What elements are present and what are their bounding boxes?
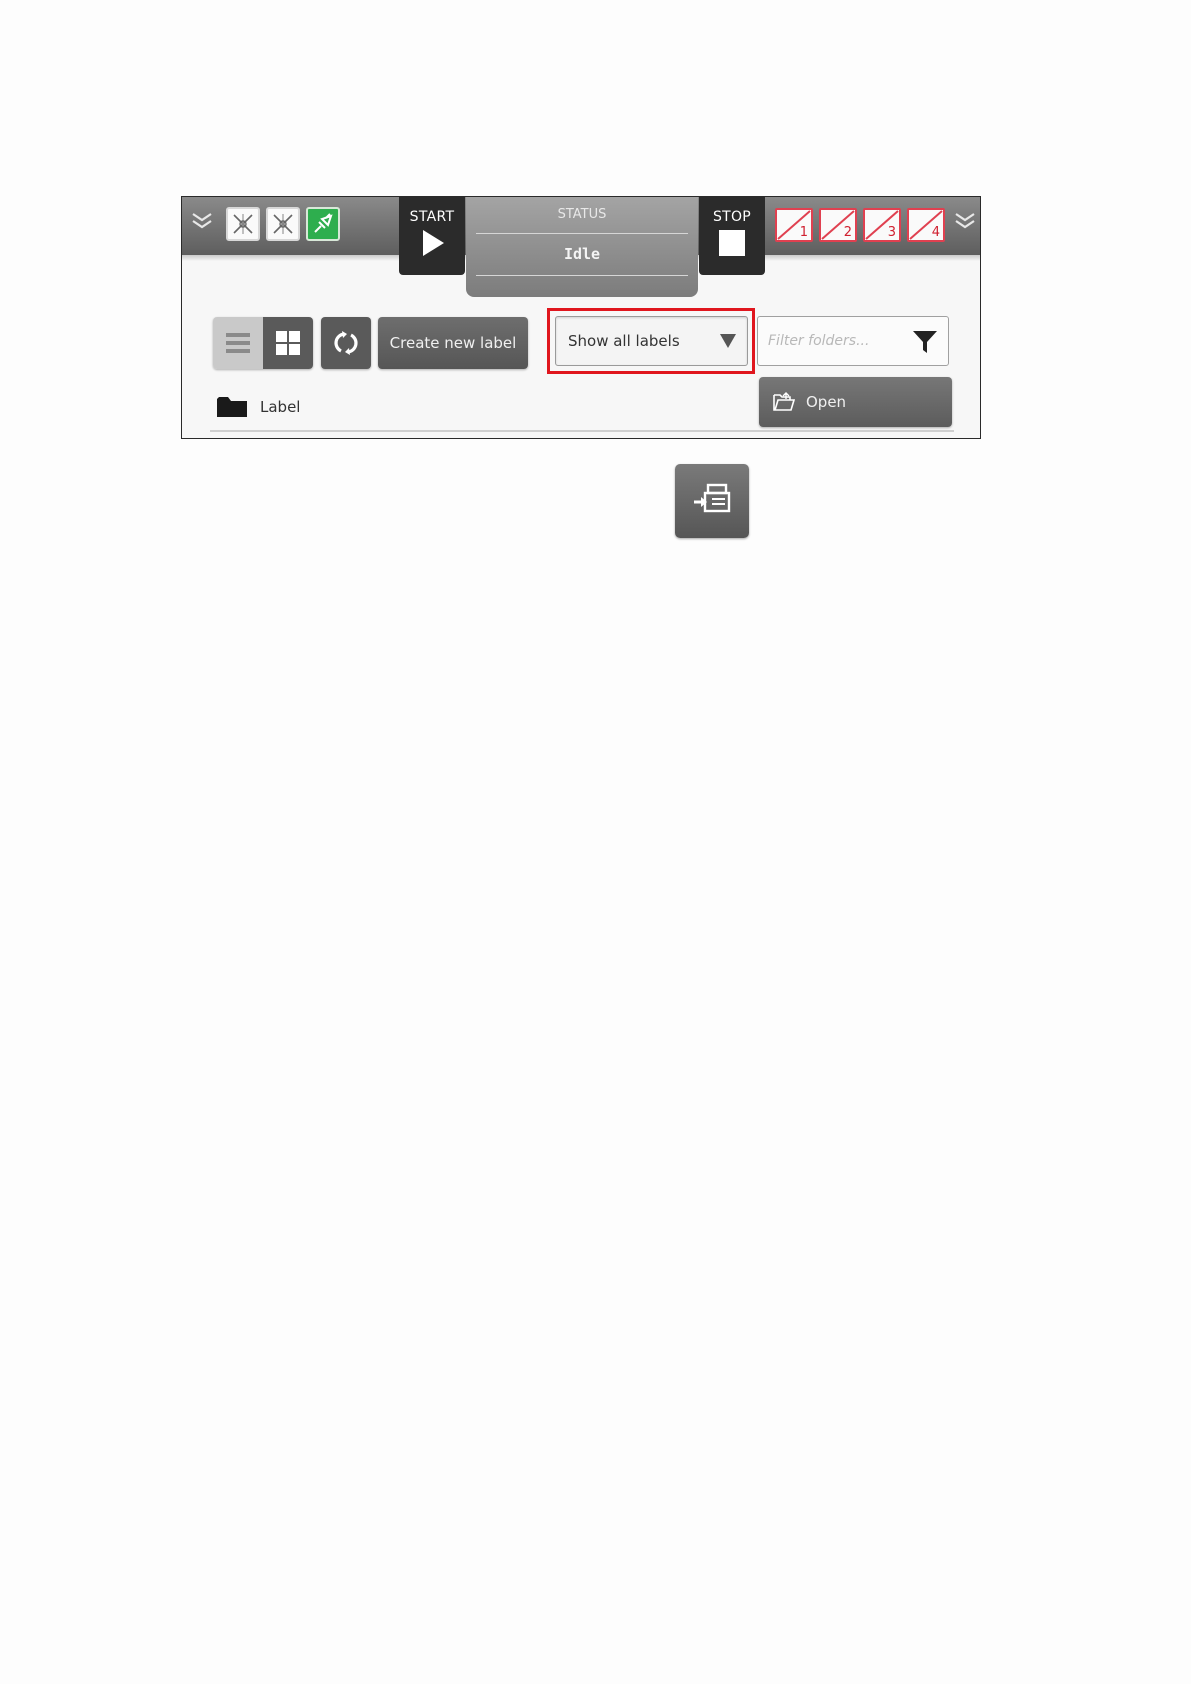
- stop-label: STOP: [712, 209, 752, 225]
- grid-icon: [276, 331, 300, 355]
- slot-4-status: 4: [907, 208, 945, 242]
- dropdown-arrow-icon: [720, 334, 736, 348]
- open-folder-icon: [773, 392, 795, 411]
- status-divider: [476, 275, 688, 276]
- slot-3-status: 3: [863, 208, 901, 242]
- label-toolbar: Create new label Show all labels: [182, 308, 980, 374]
- slot-number: 2: [843, 225, 852, 240]
- start-button[interactable]: START: [399, 197, 465, 275]
- funnel-filter-icon[interactable]: [912, 329, 938, 355]
- label-filter-dropdown[interactable]: Show all labels: [555, 316, 748, 366]
- refresh-button[interactable]: [321, 317, 371, 369]
- slot-number: 3: [887, 225, 896, 240]
- status-value: Idle: [563, 245, 601, 263]
- print-to-printer-icon: [694, 483, 731, 513]
- create-new-label-button[interactable]: Create new label: [378, 317, 528, 369]
- list-divider: [210, 430, 954, 432]
- slot-number: 4: [931, 225, 940, 240]
- view-mode-toggle: [213, 317, 313, 369]
- folder-icon: [217, 397, 247, 417]
- list-icon: [226, 333, 250, 353]
- slot-1-status: 1: [775, 208, 813, 242]
- start-label: START: [409, 209, 455, 225]
- application-screenshot: 1 2 3 4 START STATUS Idle STOP Create ne…: [181, 196, 981, 439]
- device-connected-icon[interactable]: [306, 207, 340, 241]
- slot-2-status: 2: [819, 208, 857, 242]
- slot-number: 1: [799, 225, 808, 240]
- open-button[interactable]: Open: [759, 377, 952, 427]
- filter-folders-input[interactable]: [768, 325, 908, 357]
- stop-button[interactable]: STOP: [699, 197, 765, 275]
- stop-icon: [719, 230, 745, 256]
- print-label-button[interactable]: [675, 464, 749, 538]
- status-panel: STATUS Idle: [466, 197, 698, 297]
- list-view-button[interactable]: [213, 317, 263, 369]
- double-chevron-down-icon[interactable]: [190, 211, 214, 231]
- device-disconnected-icon[interactable]: [226, 207, 260, 241]
- status-divider: [476, 233, 688, 234]
- dropdown-selected-value: Show all labels: [568, 332, 680, 350]
- refresh-icon: [334, 331, 358, 355]
- open-label: Open: [806, 393, 847, 411]
- grid-view-button[interactable]: [263, 317, 313, 369]
- list-item[interactable]: Label: [217, 392, 300, 422]
- play-icon: [423, 230, 444, 256]
- device-disconnected-icon[interactable]: [266, 207, 300, 241]
- status-title: STATUS: [557, 207, 607, 222]
- folder-label: Label: [260, 398, 301, 416]
- filter-folders-box: [757, 316, 949, 366]
- double-chevron-down-icon[interactable]: [953, 211, 977, 231]
